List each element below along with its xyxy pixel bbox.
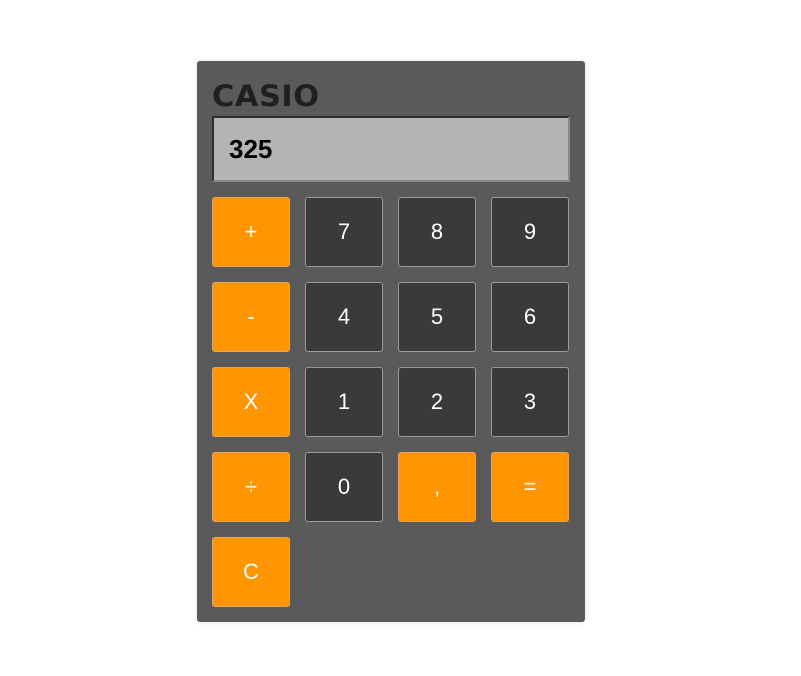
three-button[interactable]: 3 [491,367,569,437]
clear-button[interactable]: C [212,537,290,607]
eight-button[interactable]: 8 [398,197,476,267]
four-button[interactable]: 4 [305,282,383,352]
comma-button[interactable]: , [398,452,476,522]
two-button[interactable]: 2 [398,367,476,437]
calculator: CASIO 325 + 7 8 9 - 4 5 6 X 1 2 3 ÷ 0 , … [197,61,585,622]
brand-logo: CASIO [212,79,320,113]
seven-button[interactable]: 7 [305,197,383,267]
five-button[interactable]: 5 [398,282,476,352]
multiply-button[interactable]: X [212,367,290,437]
plus-button[interactable]: + [212,197,290,267]
equals-button[interactable]: = [491,452,569,522]
six-button[interactable]: 6 [491,282,569,352]
divide-button[interactable]: ÷ [212,452,290,522]
display-value: 325 [229,133,273,164]
zero-button[interactable]: 0 [305,452,383,522]
minus-button[interactable]: - [212,282,290,352]
nine-button[interactable]: 9 [491,197,569,267]
one-button[interactable]: 1 [305,367,383,437]
display-screen: 325 [212,116,570,182]
